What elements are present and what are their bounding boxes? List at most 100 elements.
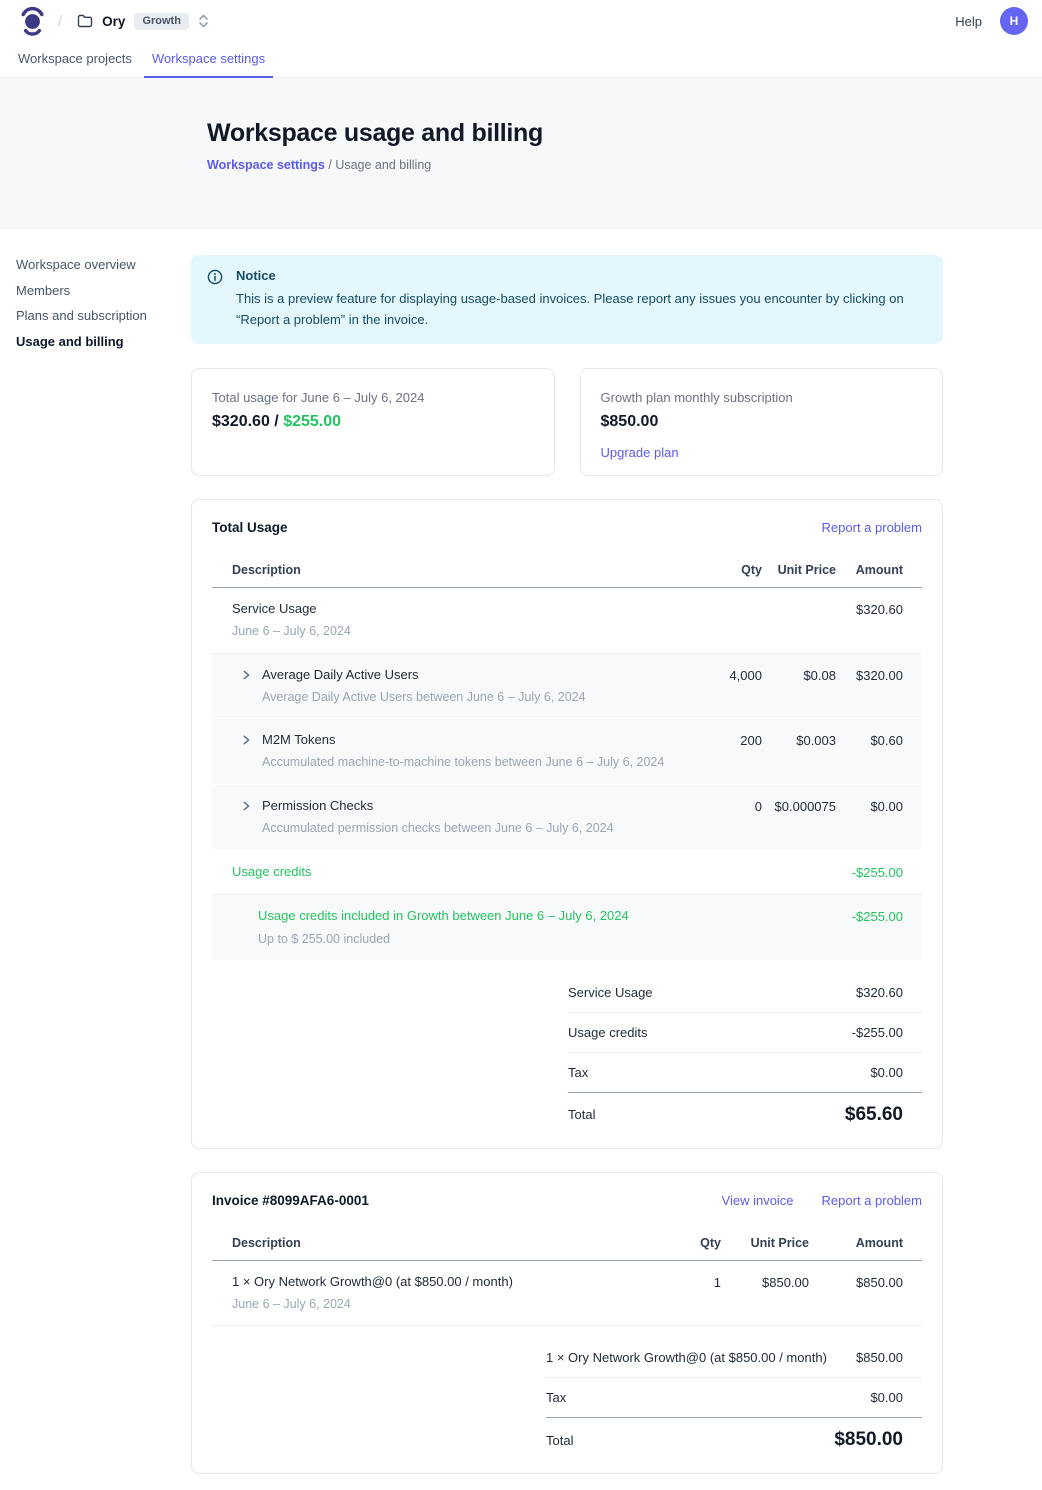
sidebar-item-workspace-overview[interactable]: Workspace overview [16,258,191,271]
summary-label: Usage credits [568,1025,647,1040]
ory-logo-icon [20,6,45,37]
table-row-permission-checks[interactable]: Permission Checks Accumulated permission… [212,785,922,851]
total-usage-label: Total usage for June 6 – July 6, 2024 [212,390,534,405]
summary-label: Tax [568,1065,588,1080]
row-subtitle: June 6 – July 6, 2024 [232,623,351,639]
notice-banner: Notice This is a preview feature for dis… [191,255,943,344]
usage-credit-amount: $255.00 [283,413,341,430]
summary-row-tax: Tax $0.00 [568,1053,922,1093]
row-name: Average Daily Active Users [262,667,586,683]
col-description: Description [212,563,692,577]
chevron-right-icon[interactable] [240,669,252,681]
row-unit-price: $850.00 [721,1274,809,1290]
notice-content: Notice This is a preview feature for dis… [236,268,924,330]
upgrade-plan-link[interactable]: Upgrade plan [601,445,679,460]
usage-panel-head: Total Usage Report a problem [212,520,922,535]
info-icon [207,269,223,285]
row-unit-price: $0.003 [762,732,836,748]
row-qty: 1 [651,1274,721,1290]
table-row-service-usage: Service Usage June 6 – July 6, 2024 $320… [212,588,922,654]
usage-report-problem-link[interactable]: Report a problem [822,520,922,535]
total-label: Total [546,1433,573,1448]
plan-amount: $850.00 [601,413,923,431]
col-qty: Qty [692,563,762,577]
workspace-name: Ory [102,14,125,29]
workspace-switcher[interactable]: Ory Growth [77,13,209,30]
updown-chevron-icon [198,13,209,29]
table-row-usage-credits: Usage credits -$255.00 [212,850,922,895]
plan-subscription-card: Growth plan monthly subscription $850.00… [580,368,944,476]
sidebar-item-members[interactable]: Members [16,284,191,297]
notice-body: This is a preview feature for displaying… [236,288,924,330]
folder-icon [77,14,93,28]
row-name: Permission Checks [262,798,614,814]
workspace-plan-badge: Growth [134,13,189,30]
summary-value: $320.60 [856,985,922,1000]
col-unit-price: Unit Price [721,1236,809,1250]
invoice-links: View invoice Report a problem [722,1193,922,1208]
total-value: $65.60 [845,1104,922,1126]
row-subtitle: June 6 – July 6, 2024 [232,1296,513,1312]
invoice-summary: 1 × Ory Network Growth@0 (at $850.00 / m… [546,1338,922,1453]
col-amount: Amount [836,563,922,577]
summary-value: $0.00 [870,1390,922,1405]
row-name: Usage credits included in Growth between… [258,908,629,924]
breadcrumb-settings-link[interactable]: Workspace settings [207,158,325,172]
usage-table: Description Qty Unit Price Amount Servic… [212,557,922,961]
row-subtitle: Accumulated machine-to-machine tokens be… [262,754,664,770]
summary-row-service-usage: Service Usage $320.60 [568,973,922,1013]
row-name: Usage credits [232,864,311,880]
invoice-report-problem-link[interactable]: Report a problem [822,1193,922,1208]
notice-title: Notice [236,268,924,283]
table-row-average-daily-active-users[interactable]: Average Daily Active Users Average Daily… [212,654,922,720]
total-usage-value: $320.60 / $255.00 [212,413,534,431]
total-value: $850.00 [834,1429,922,1451]
row-amount: $320.60 [836,601,922,617]
summary-row-growth-item: 1 × Ory Network Growth@0 (at $850.00 / m… [546,1338,922,1378]
page-header: Workspace usage and billing Workspace se… [0,78,1042,229]
table-row-m2m-tokens[interactable]: M2M Tokens Accumulated machine-to-machin… [212,719,922,785]
row-amount: $0.00 [836,798,922,814]
usage-summary: Service Usage $320.60 Usage credits -$25… [568,973,922,1128]
plan-label: Growth plan monthly subscription [601,390,923,405]
invoice-panel-head: Invoice #8099AFA6-0001 View invoice Repo… [212,1193,922,1208]
summary-value: -$255.00 [852,1025,922,1040]
total-label: Total [568,1107,595,1122]
breadcrumb-separator: / [328,158,331,172]
col-amount: Amount [809,1236,922,1250]
invoice-table: Description Qty Unit Price Amount 1 × Or… [212,1230,922,1327]
main-content: Notice This is a preview feature for dis… [191,229,943,1490]
row-subtitle: Up to $ 255.00 included [258,931,629,947]
row-amount: -$255.00 [836,908,922,924]
tab-workspace-settings[interactable]: Workspace settings [142,42,275,77]
table-row-usage-credits-detail: Usage credits included in Growth between… [212,895,922,961]
help-link[interactable]: Help [955,14,982,29]
chevron-right-icon[interactable] [240,800,252,812]
top-bar: / Ory Growth Help H [0,0,1042,42]
row-unit-price: $0.000075 [762,798,836,814]
settings-sidebar: Workspace overview Members Plans and sub… [0,229,191,1490]
row-unit-price: $0.08 [762,667,836,683]
sidebar-item-usage-billing[interactable]: Usage and billing [16,335,191,348]
row-name: Service Usage [232,601,351,617]
row-qty: 4,000 [692,667,762,683]
view-invoice-link[interactable]: View invoice [722,1193,794,1208]
breadcrumb: Workspace settings / Usage and billing [207,158,1042,172]
row-amount: $850.00 [809,1274,922,1290]
invoice-total-row: Total $850.00 [546,1418,922,1453]
row-qty: 200 [692,732,762,748]
row-subtitle: Average Daily Active Users between June … [262,689,586,705]
col-qty: Qty [651,1236,721,1250]
tab-workspace-projects[interactable]: Workspace projects [8,42,142,77]
invoice-panel: Invoice #8099AFA6-0001 View invoice Repo… [191,1172,943,1475]
row-amount: $0.60 [836,732,922,748]
row-name: 1 × Ory Network Growth@0 (at $850.00 / m… [232,1274,513,1290]
summary-label: 1 × Ory Network Growth@0 (at $850.00 / m… [546,1350,827,1365]
ory-logo[interactable] [20,6,45,37]
summary-row-tax: Tax $0.00 [546,1378,922,1418]
row-amount: -$255.00 [836,864,922,880]
user-avatar[interactable]: H [1000,7,1028,35]
sidebar-item-plans-subscription[interactable]: Plans and subscription [16,309,191,322]
row-name: M2M Tokens [262,732,664,748]
chevron-right-icon[interactable] [240,734,252,746]
